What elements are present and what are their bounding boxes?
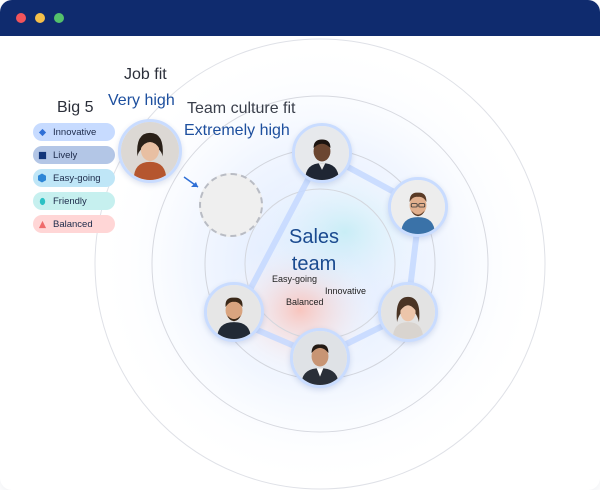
person-photo-icon (207, 285, 261, 339)
candidate-avatar[interactable] (118, 119, 182, 183)
app-window: Job fit Very high Team culture fit Extre… (0, 0, 600, 490)
legend-item-lively[interactable]: Lively (33, 146, 115, 164)
team-fit-visualization: Job fit Very high Team culture fit Extre… (0, 36, 600, 490)
triangle-icon (33, 220, 51, 229)
person-photo-icon (293, 331, 347, 385)
legend-item-friendly[interactable]: Friendly (33, 192, 115, 210)
team-member-avatar[interactable] (292, 123, 352, 183)
legend-label: Friendly (53, 195, 87, 207)
person-photo-icon (295, 126, 349, 180)
person-photo-icon (381, 285, 435, 339)
team-trait: Balanced (286, 297, 324, 307)
legend-item-innovative[interactable]: Innovative (33, 123, 115, 141)
legend-label: Balanced (53, 218, 93, 230)
team-culture-fit-value: Extremely high (184, 122, 290, 139)
team-culture-fit-label: Team culture fit (187, 100, 296, 117)
team-member-avatar[interactable] (290, 328, 350, 388)
circle-icon (33, 197, 51, 206)
legend-label: Innovative (53, 126, 97, 138)
maximize-window-button[interactable] (54, 13, 64, 23)
minimize-window-button[interactable] (35, 13, 45, 23)
legend-label: Lively (53, 149, 78, 161)
hexagon-icon (33, 173, 51, 183)
close-window-button[interactable] (16, 13, 26, 23)
team-trait: Easy-going (272, 274, 318, 284)
team-member-avatar[interactable] (378, 282, 438, 342)
person-photo-icon (391, 180, 445, 234)
team-member-avatar[interactable] (388, 177, 448, 237)
team-trait: Innovative (325, 286, 367, 296)
legend-item-easy-going[interactable]: Easy-going (33, 169, 115, 187)
diamond-icon (33, 128, 51, 137)
team-member-avatar[interactable] (204, 282, 264, 342)
job-fit-label: Job fit (124, 66, 167, 83)
person-photo-icon (121, 122, 179, 180)
window-titlebar (0, 0, 600, 36)
square-icon (33, 151, 51, 160)
legend-label: Easy-going (53, 172, 101, 184)
legend-item-balanced[interactable]: Balanced (33, 215, 115, 233)
job-fit-value: Very high (108, 92, 175, 109)
candidate-drop-slot[interactable] (199, 173, 263, 237)
team-title: Sales team (284, 224, 344, 278)
team-title-line1: Sales (288, 226, 340, 248)
big5-label: Big 5 (57, 99, 94, 116)
